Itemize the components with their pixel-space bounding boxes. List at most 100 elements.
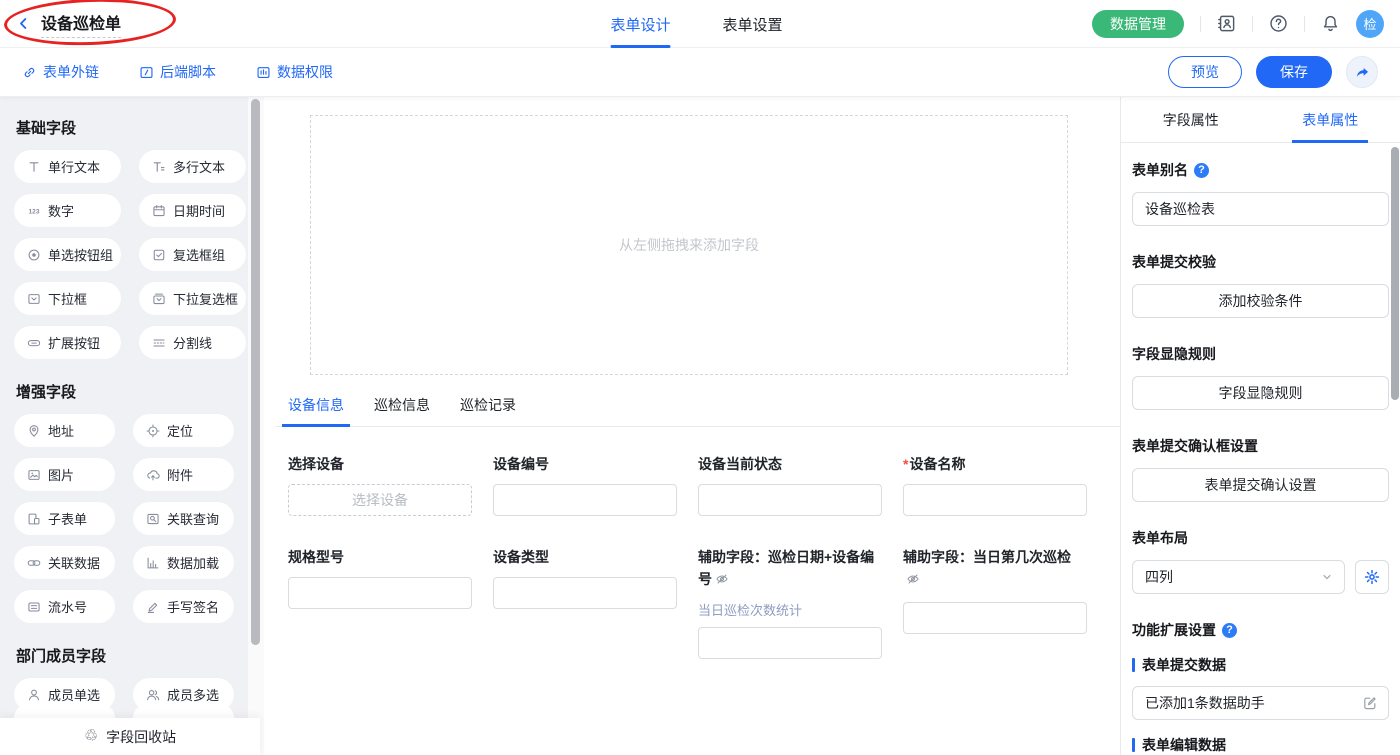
- submit-data-value-box[interactable]: 已添加1条数据助手: [1132, 686, 1389, 720]
- page-title[interactable]: 设备巡检单: [41, 10, 121, 38]
- help-circle-icon[interactable]: ?: [1194, 163, 1209, 178]
- palette-item-address[interactable]: 地址: [14, 414, 115, 447]
- field-aux-daily-count[interactable]: 辅助字段：当日第几次巡检: [903, 546, 1087, 634]
- field-aux-date-number[interactable]: 辅助字段：巡检日期+设备编号 当日巡检次数统计: [698, 546, 882, 659]
- palette-item-linked-query[interactable]: 关联查询: [133, 502, 234, 535]
- palette-item-dropdown[interactable]: 下拉框: [14, 282, 121, 315]
- help-icon[interactable]: [1269, 14, 1288, 33]
- canvas-scrollbar[interactable]: [248, 97, 264, 755]
- visibility-rules-heading: 字段显隐规则: [1132, 344, 1389, 364]
- palette-item-divider[interactable]: 分割线: [139, 326, 246, 359]
- layout-settings-button[interactable]: [1355, 560, 1389, 594]
- confirm-box-button[interactable]: 表单提交确认设置: [1132, 468, 1389, 502]
- palette-item-linked-data[interactable]: 关联数据: [14, 546, 115, 579]
- preview-button[interactable]: 预览: [1168, 56, 1242, 88]
- linked-query-icon: [146, 512, 160, 526]
- eye-slash-icon[interactable]: [906, 572, 920, 586]
- canvas-scrollbar-thumb[interactable]: [251, 99, 260, 645]
- link-icon: [22, 65, 37, 80]
- field-label: 辅助字段：巡检日期+设备编号: [698, 546, 882, 590]
- form-alias-input[interactable]: 设备巡检表: [1132, 192, 1389, 226]
- avatar[interactable]: 检: [1356, 10, 1384, 38]
- field-sublabel: 当日巡检次数统计: [698, 600, 882, 619]
- panel-scrollbar-thumb[interactable]: [1391, 147, 1399, 400]
- field-spec-model[interactable]: 规格型号: [288, 546, 472, 609]
- chain-icon: [27, 556, 41, 570]
- palette-item-serial-number[interactable]: 流水号: [14, 590, 115, 623]
- device-number-input[interactable]: [493, 484, 677, 516]
- edit-pencil-icon[interactable]: [1362, 695, 1378, 711]
- tab-device-info[interactable]: 设备信息: [288, 395, 344, 426]
- radio-icon: [27, 248, 41, 262]
- palette-item-multi-line-text[interactable]: 多行文本: [139, 150, 246, 183]
- field-device-number[interactable]: 设备编号: [493, 453, 677, 516]
- data-permission-link[interactable]: 数据权限: [256, 62, 333, 82]
- data-manage-button[interactable]: 数据管理: [1092, 10, 1184, 38]
- divider-icon: [152, 336, 166, 350]
- device-name-input[interactable]: [903, 484, 1087, 516]
- field-device-type[interactable]: 设备类型: [493, 546, 677, 609]
- aux-date-number-input[interactable]: [698, 627, 882, 659]
- serial-icon: [27, 600, 41, 614]
- bell-icon[interactable]: [1321, 14, 1340, 33]
- tab-form-settings[interactable]: 表单设置: [723, 0, 783, 48]
- palette-item-date-time[interactable]: 日期时间: [139, 194, 246, 227]
- eye-slash-icon[interactable]: [715, 572, 729, 586]
- chevron-left-icon: [16, 16, 31, 31]
- tab-inspection-record[interactable]: 巡检记录: [460, 395, 516, 426]
- section-title-member-fields: 部门成员字段: [16, 645, 234, 666]
- field-label: 规格型号: [288, 546, 472, 568]
- layout-select[interactable]: 四列: [1132, 560, 1345, 594]
- palette-item-extended-button[interactable]: 扩展按钮: [14, 326, 121, 359]
- accent-bar: [1132, 658, 1135, 672]
- share-button[interactable]: [1346, 56, 1378, 88]
- help-circle-icon[interactable]: ?: [1222, 623, 1237, 638]
- app-header: 设备巡检单 表单设计 表单设置 数据管理 检: [0, 0, 1400, 48]
- field-recycle-bin[interactable]: ♲ 字段回收站: [0, 718, 260, 755]
- palette-item-signature[interactable]: 手写签名: [133, 590, 234, 623]
- tab-form-design[interactable]: 表单设计: [611, 0, 671, 48]
- spec-model-input[interactable]: [288, 577, 472, 609]
- backend-script-link[interactable]: 后端脚本: [139, 62, 216, 82]
- subform-icon: [27, 512, 41, 526]
- form-external-link[interactable]: 表单外链: [22, 62, 99, 82]
- palette-item-dropdown-multi[interactable]: 下拉复选框: [139, 282, 246, 315]
- palette-item-attachment[interactable]: 附件: [133, 458, 234, 491]
- recycle-bin-label: 字段回收站: [106, 727, 176, 747]
- field-device-name[interactable]: *设备名称: [903, 453, 1087, 516]
- layout-selected-value: 四列: [1145, 567, 1173, 587]
- field-select-device[interactable]: 选择设备 选择设备: [288, 453, 472, 516]
- palette-item-data-load[interactable]: 数据加载: [133, 546, 234, 579]
- aux-daily-count-input[interactable]: [903, 602, 1087, 634]
- device-type-input[interactable]: [493, 577, 677, 609]
- tab-field-properties[interactable]: 字段属性: [1121, 97, 1261, 142]
- permission-icon: [256, 65, 271, 80]
- dropzone[interactable]: 从左侧拖拽来添加字段: [310, 115, 1068, 375]
- add-validation-button[interactable]: 添加校验条件: [1132, 284, 1389, 318]
- palette-item-checkbox-group[interactable]: 复选框组: [139, 238, 246, 271]
- calendar-icon: [152, 204, 166, 218]
- palette-item-single-line-text[interactable]: 单行文本: [14, 150, 121, 183]
- tab-inspection-info[interactable]: 巡检信息: [374, 395, 430, 426]
- toolbar-right: 预览 保存: [1168, 56, 1378, 88]
- field-device-status[interactable]: 设备当前状态: [698, 453, 882, 516]
- back-button[interactable]: [16, 16, 31, 31]
- palette-item-image[interactable]: 图片: [14, 458, 115, 491]
- single-text-icon: [27, 160, 41, 174]
- select-device-input[interactable]: 选择设备: [288, 484, 472, 516]
- palette-item-subform[interactable]: 子表单: [14, 502, 115, 535]
- visibility-rules-button[interactable]: 字段显隐规则: [1132, 376, 1389, 410]
- palette-item-radio-group[interactable]: 单选按钮组: [14, 238, 121, 271]
- form-designer-app: 设备巡检单 表单设计 表单设置 数据管理 检 表单外链 后端脚本 数据权限 预览…: [0, 0, 1400, 755]
- tab-form-properties[interactable]: 表单属性: [1261, 97, 1400, 142]
- enhanced-fields-grid: 地址 定位 图片 附件 子表单 关联查询 关联数据 数据加载 流水号 手写签名: [14, 414, 234, 623]
- palette-item-number[interactable]: 数字: [14, 194, 121, 227]
- save-button[interactable]: 保存: [1256, 56, 1332, 88]
- palette-item-location[interactable]: 定位: [133, 414, 234, 447]
- pen-icon: [146, 600, 160, 614]
- device-status-input[interactable]: [698, 484, 882, 516]
- extension-settings-heading: 功能扩展设置 ?: [1132, 620, 1389, 640]
- properties-content: 表单别名 ? 设备巡检表 表单提交校验 添加校验条件 字段显隐规则 字段显隐规则…: [1121, 143, 1400, 755]
- contact-book-icon[interactable]: [1217, 14, 1236, 33]
- section-title-enhanced-fields: 增强字段: [16, 381, 234, 402]
